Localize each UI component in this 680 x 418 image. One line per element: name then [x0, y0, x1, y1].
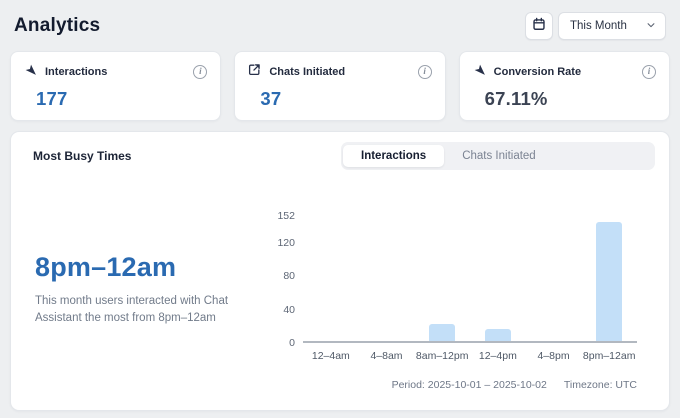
chevron-down-icon [646, 20, 656, 33]
info-icon[interactable]: i [193, 65, 207, 79]
chart-x-tick-label: 4–8pm [526, 350, 582, 362]
chart-bar[interactable] [485, 329, 511, 341]
cursor-icon [24, 63, 37, 81]
card-header: Most Busy Times Interactions Chats Initi… [25, 142, 655, 170]
most-busy-times-card: Most Busy Times Interactions Chats Initi… [10, 131, 670, 411]
stat-label: Conversion Rate [494, 66, 581, 78]
stat-card-conversion-rate: Conversion Rate i 67.11% [459, 51, 670, 121]
chart-plot [303, 216, 637, 343]
chart-bar[interactable] [596, 222, 622, 341]
chart-x-tick-label: 8pm–12am [581, 350, 637, 362]
stat-label: Chats Initiated [269, 66, 345, 78]
chart-bar-slot [414, 216, 470, 341]
chart-footer: Period: 2025-10-01 – 2025-10-02 Timezone… [267, 379, 637, 391]
date-range-select[interactable]: This Month [558, 12, 666, 40]
page-header: Analytics This Month [10, 8, 670, 42]
info-icon[interactable]: i [642, 65, 656, 79]
chart-y-tick-label: 80 [283, 270, 295, 282]
stat-label: Interactions [45, 66, 107, 78]
stat-card-header: Interactions i [24, 63, 207, 81]
chart-x-tick-label: 12–4pm [470, 350, 526, 362]
busy-summary: 8pm–12am This month users interacted wit… [25, 210, 267, 391]
busiest-period-headline: 8pm–12am [35, 252, 267, 283]
stat-value: 37 [260, 88, 431, 110]
chart-bar-slot [303, 216, 359, 341]
chart-period-label: Period: 2025-10-01 – 2025-10-02 [392, 379, 547, 391]
calendar-button[interactable] [525, 12, 553, 40]
tab-chats-initiated[interactable]: Chats Initiated [444, 145, 554, 167]
analytics-page: Analytics This Month [0, 0, 680, 418]
chart-x-tick-label: 4–8am [359, 350, 415, 362]
chart-bar-slot [526, 216, 582, 341]
stat-value: 177 [36, 88, 207, 110]
stat-card-interactions: Interactions i 177 [10, 51, 221, 121]
compose-icon [248, 63, 261, 81]
stats-row: Interactions i 177 Chats Initiated i 37 [10, 51, 670, 121]
busiest-period-description: This month users interacted with Chat As… [35, 293, 243, 326]
chart-y-tick-label: 120 [277, 237, 295, 249]
chart-y-tick-label: 40 [283, 304, 295, 316]
tab-switcher: Interactions Chats Initiated [341, 142, 655, 170]
stat-card-chats-initiated: Chats Initiated i 37 [234, 51, 445, 121]
date-range-value: This Month [570, 20, 627, 32]
calendar-icon [532, 17, 546, 36]
chart-bar-slot [581, 216, 637, 341]
chart-bar-slot [470, 216, 526, 341]
tab-interactions[interactable]: Interactions [343, 145, 444, 167]
chart-area: 04080120152 [267, 216, 637, 345]
chart-y-labels: 04080120152 [267, 216, 303, 345]
card-content: 8pm–12am This month users interacted wit… [25, 210, 655, 391]
stat-card-header: Chats Initiated i [248, 63, 431, 81]
stat-value: 67.11% [485, 88, 656, 110]
card-title: Most Busy Times [25, 149, 131, 163]
chart-timezone-label: Timezone: UTC [564, 379, 637, 391]
chart-bar[interactable] [429, 324, 455, 341]
chart-bar-slot [359, 216, 415, 341]
chart-x-tick-label: 12–4am [303, 350, 359, 362]
chart-y-tick-label: 152 [277, 210, 295, 222]
chart-x-tick-label: 8am–12pm [414, 350, 470, 362]
info-icon[interactable]: i [418, 65, 432, 79]
page-title: Analytics [14, 15, 100, 37]
busy-times-chart: 04080120152 12–4am4–8am8am–12pm12–4pm4–8… [267, 216, 655, 391]
stat-card-header: Conversion Rate i [473, 63, 656, 81]
chart-y-tick-label: 0 [289, 337, 295, 349]
date-controls: This Month [525, 12, 666, 40]
cursor-icon [473, 63, 486, 81]
chart-x-labels: 12–4am4–8am8am–12pm12–4pm4–8pm8pm–12am [303, 350, 637, 362]
